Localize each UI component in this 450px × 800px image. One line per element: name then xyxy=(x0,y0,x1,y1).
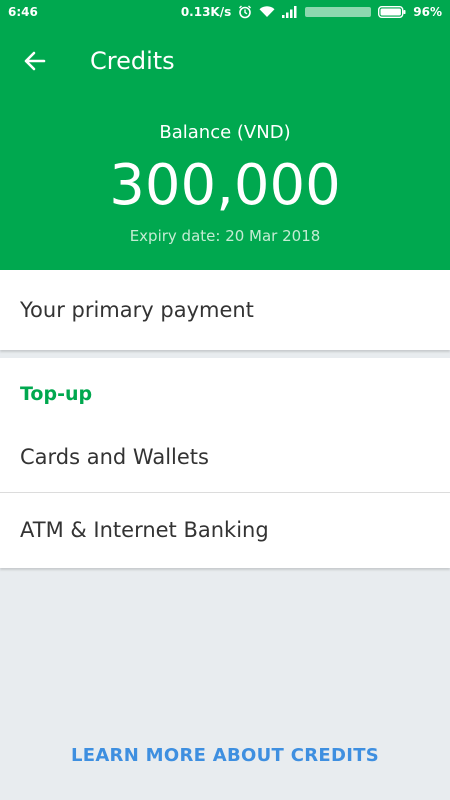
status-bar: 6:46 0.13K/s 96% xyxy=(0,0,450,24)
balance-label: Balance (VND) xyxy=(159,122,291,143)
expiry-date: Expiry date: 20 Mar 2018 xyxy=(129,227,321,245)
cards-and-wallets-row[interactable]: Cards and Wallets xyxy=(0,422,450,492)
battery-icon xyxy=(378,6,406,18)
primary-payment-label: Your primary payment xyxy=(20,298,254,322)
carrier-name-blurred xyxy=(305,7,372,17)
atm-internet-banking-row[interactable]: ATM & Internet Banking xyxy=(0,493,450,568)
signal-icon xyxy=(282,6,298,18)
credits-screen: 6:46 0.13K/s 96% Credits Balance (VND) 3… xyxy=(0,0,450,800)
atm-internet-banking-label: ATM & Internet Banking xyxy=(20,518,269,542)
cards-and-wallets-label: Cards and Wallets xyxy=(20,445,209,469)
wifi-icon xyxy=(259,6,275,18)
learn-more-link[interactable]: LEARN MORE ABOUT CREDITS xyxy=(0,744,450,768)
page-title: Credits xyxy=(90,47,175,75)
network-speed: 0.13K/s xyxy=(180,5,232,19)
balance-amount: 300,000 xyxy=(109,153,341,218)
topup-section: Top-up Cards and Wallets ATM & Internet … xyxy=(0,358,450,568)
credits-header: Credits Balance (VND) 300,000 Expiry dat… xyxy=(0,24,450,270)
primary-payment-row[interactable]: Your primary payment xyxy=(0,270,450,350)
status-time: 6:46 xyxy=(8,5,38,19)
topup-section-header: Top-up xyxy=(20,383,93,405)
status-right-group: 0.13K/s 96% xyxy=(181,5,442,19)
alarm-icon xyxy=(238,5,252,19)
battery-percent: 96% xyxy=(413,5,442,19)
back-button[interactable] xyxy=(20,46,50,76)
arrow-left-icon xyxy=(20,51,50,80)
